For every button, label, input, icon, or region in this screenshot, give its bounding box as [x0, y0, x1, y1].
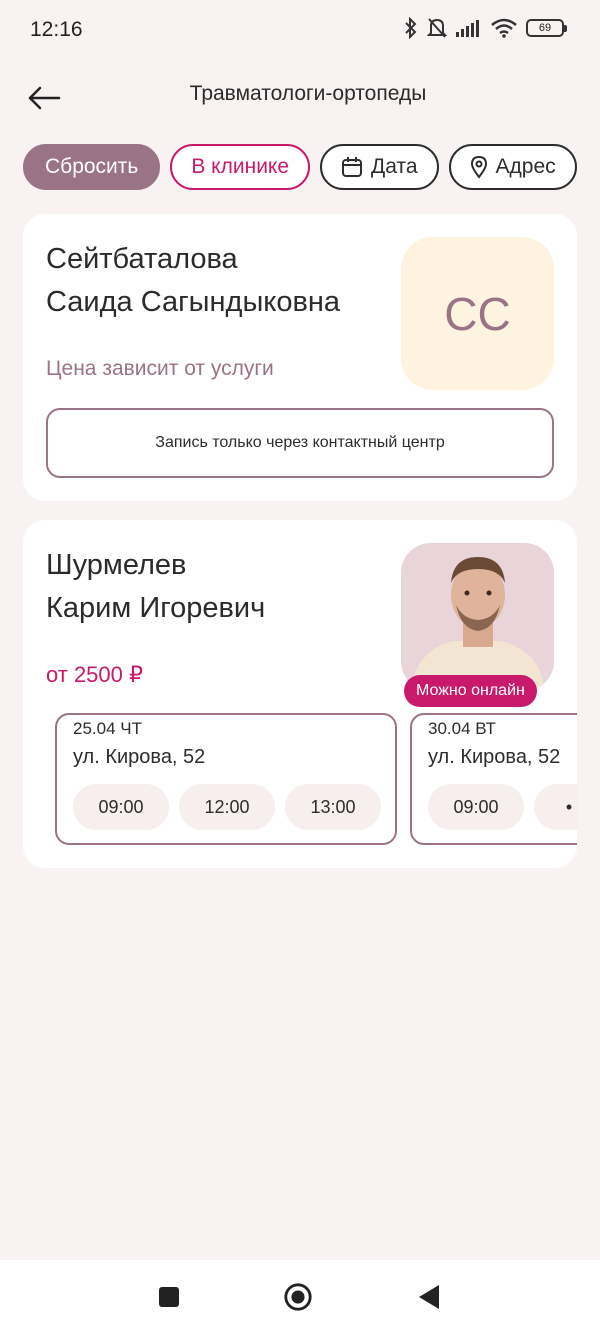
- address-label: Адрес: [495, 155, 556, 178]
- system-nav-bar: [0, 1260, 600, 1332]
- home-button[interactable]: [283, 1282, 313, 1312]
- filter-chips: Сбросить В клинике Дата Адрес: [23, 144, 577, 190]
- wifi-icon: [491, 18, 517, 38]
- signal-icon: [456, 20, 479, 37]
- doctor-card[interactable]: Сейтбаталова Саида Сагындыковна Цена зав…: [23, 214, 577, 501]
- slot-date: 30.04 ВТ: [428, 719, 496, 738]
- recents-button[interactable]: [154, 1282, 184, 1312]
- calendar-icon: [342, 157, 363, 177]
- doctor-card[interactable]: Шурмелев Карим Игоревич от 2500 ₽ Можно …: [23, 520, 577, 868]
- reset-label: Сбросить: [45, 155, 139, 178]
- address-filter-chip[interactable]: Адрес: [448, 144, 577, 190]
- price-note: Цена зависит от услуги: [46, 357, 274, 380]
- slot-date: 25.04 ЧТ: [73, 719, 142, 738]
- slot-address: ул. Кирова, 52: [73, 746, 206, 768]
- bluetooth-icon: [405, 17, 417, 39]
- time-slot-button[interactable]: •: [534, 784, 577, 830]
- time-slot-button[interactable]: 12:00: [179, 784, 275, 830]
- triangle-back-icon: [419, 1285, 439, 1309]
- doctor-given-names: Саида Сагындыковна: [46, 286, 340, 318]
- reset-filter-button[interactable]: Сбросить: [23, 144, 161, 190]
- in-clinic-filter-chip[interactable]: В клинике: [170, 144, 311, 190]
- schedule-day-card: 30.04 ВТ ул. Кирова, 52 09:00 •: [410, 713, 577, 845]
- schedule-day-card: 25.04 ЧТ ул. Кирова, 52 09:00 12:00 13:0…: [55, 713, 397, 845]
- status-bar: 12:16 69: [0, 0, 600, 62]
- square-icon: [159, 1287, 179, 1307]
- home-circle-icon: [284, 1283, 312, 1311]
- status-icons: 69: [404, 17, 567, 39]
- doctor-price: от 2500 ₽: [46, 662, 143, 687]
- system-back-button[interactable]: [414, 1282, 444, 1312]
- status-time: 12:16: [30, 18, 83, 41]
- in-clinic-label: В клинике: [191, 155, 290, 178]
- mute-bell-icon: [427, 18, 447, 38]
- slot-address: ул. Кирова, 52: [428, 746, 561, 768]
- contact-center-button[interactable]: Запись только через контактный центр: [46, 408, 554, 478]
- time-slot-button[interactable]: 09:00: [428, 784, 524, 830]
- battery-icon: 69: [526, 19, 567, 37]
- time-list: 09:00 12:00 13:00: [73, 784, 381, 830]
- online-badge: Можно онлайн: [404, 675, 537, 707]
- time-slot-button[interactable]: 13:00: [285, 784, 381, 830]
- doctor-given-names: Карим Игоревич: [46, 592, 266, 624]
- doctor-surname: Шурмелев: [46, 549, 187, 581]
- date-label: Дата: [371, 155, 418, 178]
- location-pin-icon: [470, 155, 487, 179]
- doctor-surname: Сейтбаталова: [46, 243, 238, 275]
- avatar: СС: [401, 237, 554, 390]
- time-list: 09:00 •: [428, 784, 577, 830]
- doctor-name: Сейтбаталова Саида Сагындыковна: [46, 238, 340, 324]
- date-filter-chip[interactable]: Дата: [320, 144, 439, 190]
- doctor-photo: [401, 543, 554, 691]
- time-slot-button[interactable]: 09:00: [73, 784, 169, 830]
- schedule-slots: 25.04 ЧТ ул. Кирова, 52 09:00 12:00 13:0…: [55, 713, 577, 845]
- doctor-name: Шурмелев Карим Игоревич: [46, 544, 265, 630]
- page-title: Травматологи-ортопеды: [189, 82, 427, 105]
